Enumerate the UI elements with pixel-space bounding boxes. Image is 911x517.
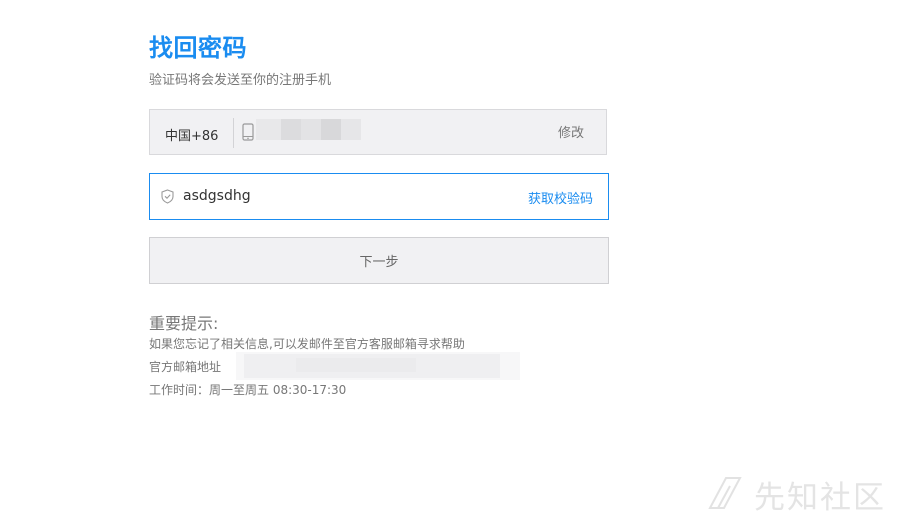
tip-help-text: 如果您忘记了相关信息,可以发邮件至官方客服邮箱寻求帮助 — [149, 337, 465, 351]
tip-email-label: 官方邮箱地址 — [149, 360, 222, 374]
edit-phone-link[interactable]: 修改 — [558, 122, 584, 141]
watermark: 先知社区 — [706, 472, 896, 516]
masked-phone-number — [256, 119, 361, 140]
page-title: 找回密码 — [149, 34, 247, 62]
shield-icon — [161, 189, 174, 208]
masked-email-address — [236, 352, 520, 380]
page-subtitle: 验证码将会发送至你的注册手机 — [149, 73, 332, 88]
watermark-text: 先知社区 — [754, 480, 886, 516]
mobile-phone-icon — [242, 123, 254, 145]
tips-heading: 重要提示: — [149, 314, 219, 333]
verification-code-input[interactable] — [183, 184, 483, 208]
verification-code-field: 获取校验码 — [149, 173, 609, 220]
country-code: 中国+86 — [165, 129, 219, 144]
next-step-button[interactable]: 下一步 — [149, 237, 609, 284]
divider — [233, 118, 234, 148]
get-code-link[interactable]: 获取校验码 — [528, 188, 593, 207]
tip-work-hours: 工作时间：周一至周五 08:30-17:30 — [149, 383, 347, 397]
watermark-logo-icon — [706, 474, 744, 514]
phone-field: 中国+86 修改 — [149, 109, 607, 155]
